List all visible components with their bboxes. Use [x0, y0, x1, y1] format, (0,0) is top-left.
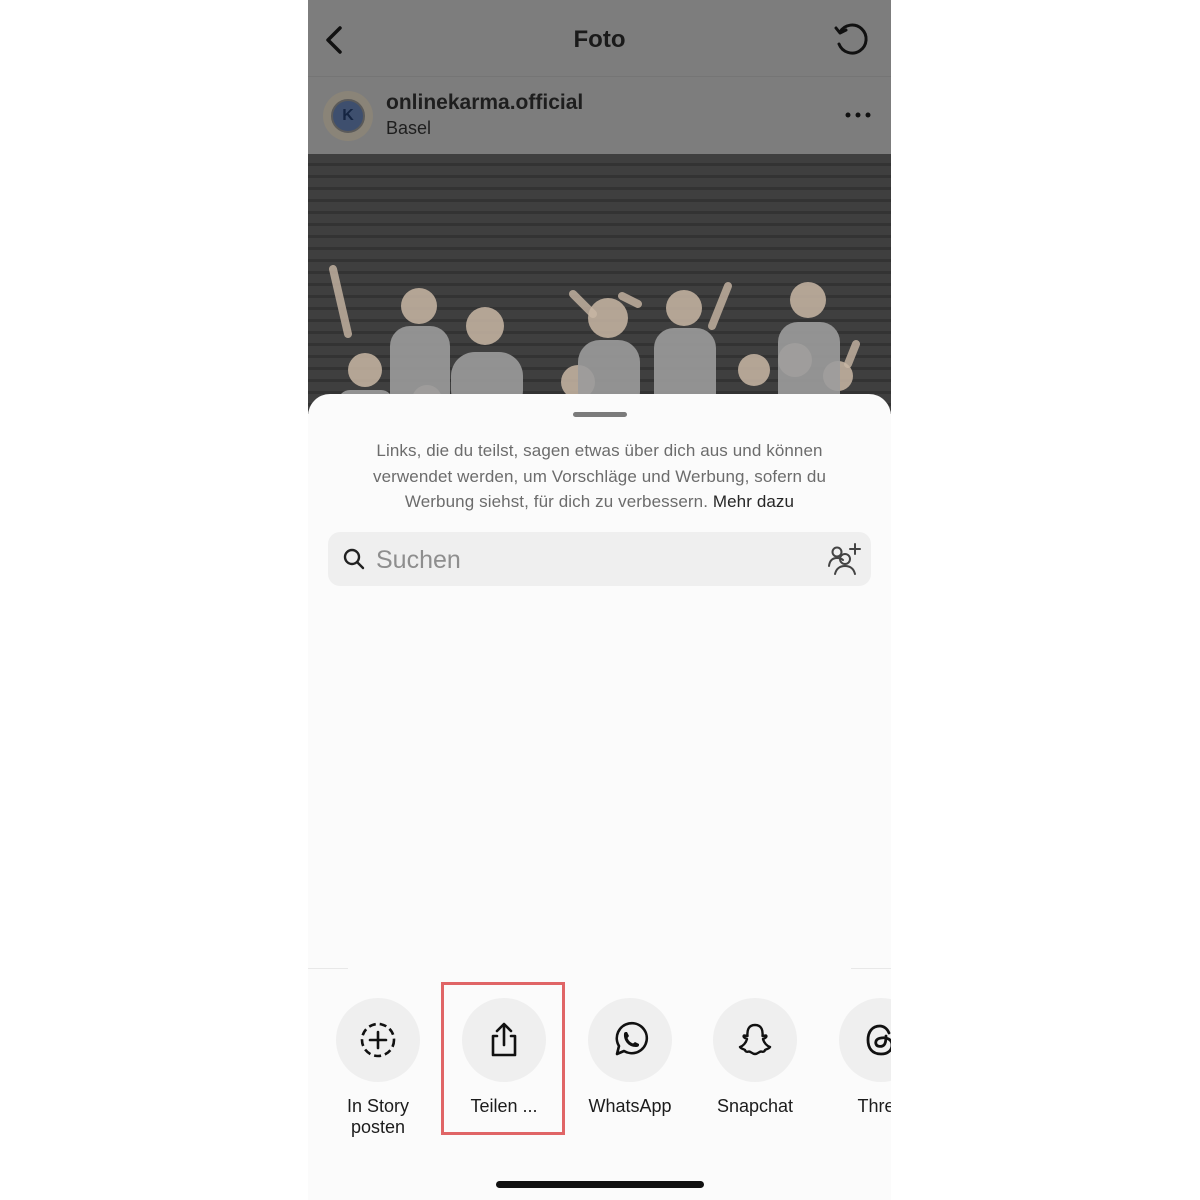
share-option-circle: [839, 998, 891, 1082]
search-bar: [328, 532, 871, 586]
share-option-circle: [462, 998, 546, 1082]
share-option-circle: [336, 998, 420, 1082]
whatsapp-icon: [615, 1021, 649, 1056]
share-option-label: Threa: [857, 1096, 891, 1116]
learn-more-link[interactable]: Mehr dazu: [713, 492, 794, 511]
search-icon: [343, 548, 365, 570]
post-photo: [308, 154, 891, 414]
refresh-button[interactable]: [831, 20, 871, 60]
divider-right: [851, 968, 891, 969]
search-input[interactable]: [374, 540, 808, 580]
post-header: K onlinekarma.official Basel: [308, 76, 891, 155]
group-photo-image: [329, 265, 860, 414]
add-people-icon[interactable]: [825, 540, 863, 578]
share-option-threads[interactable]: Threa: [826, 998, 891, 1117]
refresh-icon: [834, 23, 868, 55]
share-option-snapchat[interactable]: Snapchat: [700, 998, 810, 1117]
share-options-row: In Story posten Teilen ... WhatsApp Snap…: [308, 998, 891, 1158]
ellipsis-icon: [845, 112, 871, 118]
post-location[interactable]: Basel: [386, 118, 431, 139]
share-option-whatsapp[interactable]: WhatsApp: [575, 998, 685, 1117]
home-indicator[interactable]: [496, 1181, 704, 1188]
snapchat-icon: [738, 1023, 772, 1056]
threads-icon: [866, 1024, 891, 1056]
sheet-grabber[interactable]: [573, 412, 627, 417]
more-options-button[interactable]: [843, 105, 873, 125]
share-option-circle: [588, 998, 672, 1082]
share-option-more[interactable]: Teilen ...: [449, 998, 559, 1117]
avatar[interactable]: K: [323, 91, 373, 141]
share-option-label: In Story posten: [346, 1096, 410, 1137]
add-story-icon: [360, 1022, 396, 1058]
top-bar: Foto: [308, 0, 891, 76]
page-title: Foto: [573, 26, 626, 53]
share-option-label: Snapchat: [716, 1096, 794, 1116]
phone-screen: Foto K onlinekarma.official Basel Links,…: [308, 0, 891, 1200]
avatar-logo: K: [331, 99, 365, 133]
share-upload-icon: [491, 1022, 517, 1057]
post-username[interactable]: onlinekarma.official: [386, 91, 583, 115]
share-option-story[interactable]: In Story posten: [323, 998, 433, 1138]
privacy-disclaimer: Links, die du teilst, sagen etwas über d…: [346, 438, 853, 515]
share-sheet: Links, die du teilst, sagen etwas über d…: [308, 394, 891, 1200]
share-option-label: Teilen ...: [470, 1096, 538, 1116]
share-option-circle: [713, 998, 797, 1082]
divider-left: [308, 968, 348, 969]
share-option-label: WhatsApp: [588, 1096, 672, 1116]
